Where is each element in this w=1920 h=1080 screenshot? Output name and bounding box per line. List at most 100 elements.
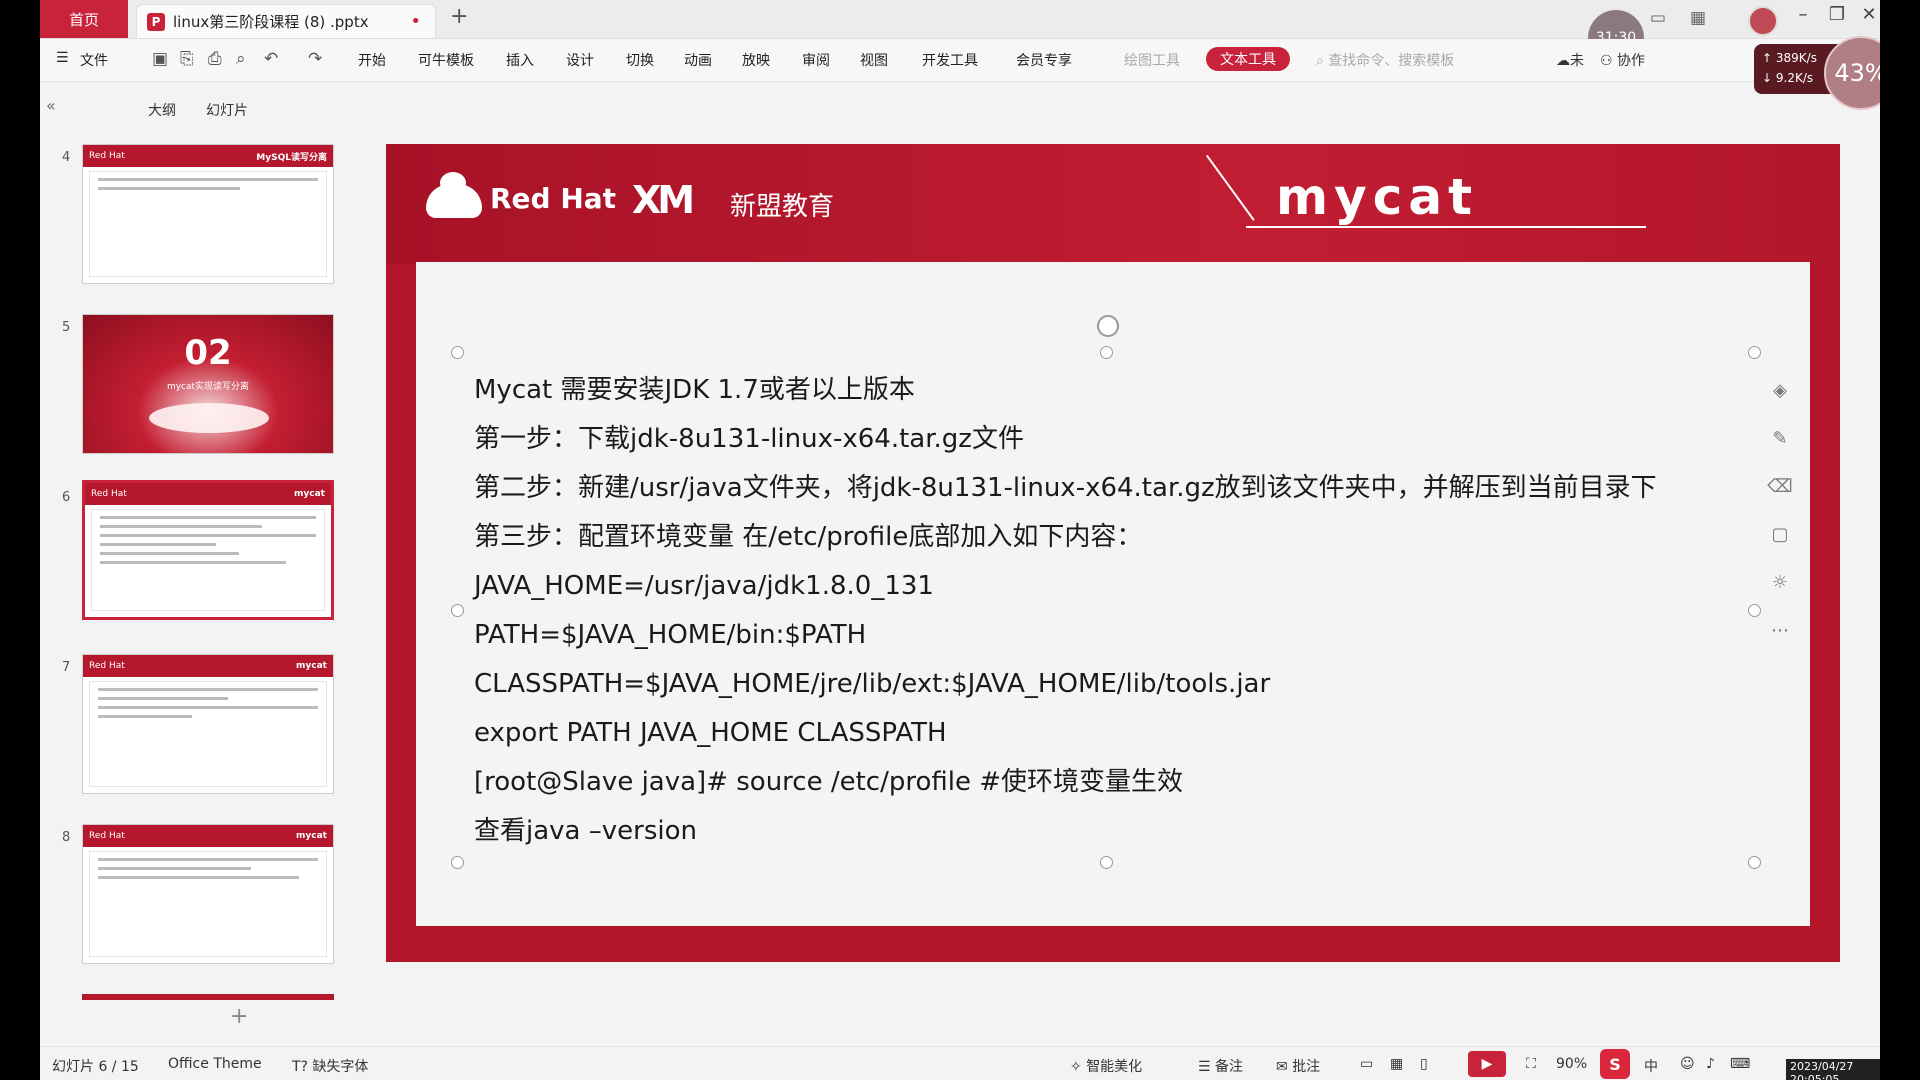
thumb-number: 7 bbox=[62, 660, 71, 675]
status-bar: 幻灯片 6 / 15 Office Theme T? 缺失字体 ✧ 智能美化 ☰… bbox=[40, 1046, 1880, 1080]
slide-thumbnail-6[interactable]: Red Hat mycat bbox=[82, 480, 334, 620]
collaborate-button[interactable]: ⚇ 协作 bbox=[1600, 50, 1645, 70]
menu-view[interactable]: 视图 bbox=[860, 50, 888, 70]
menu-animation[interactable]: 动画 bbox=[684, 50, 712, 70]
text-line: PATH=$JAVA_HOME/bin:$PATH bbox=[474, 620, 867, 650]
pptx-file-icon: P bbox=[147, 12, 165, 31]
menu-developer[interactable]: 开发工具 bbox=[922, 50, 978, 70]
menu-insert[interactable]: 插入 bbox=[506, 50, 534, 70]
text-line: [root@Slave java]# source /etc/profile #… bbox=[474, 767, 1184, 797]
document-tab[interactable]: P linux第三阶段课程 (8) .pptx • bbox=[136, 4, 436, 38]
menu-slideshow[interactable]: 放映 bbox=[742, 50, 770, 70]
document-title: linux第三阶段课程 (8) .pptx bbox=[173, 13, 369, 31]
slide-thumbnail-7[interactable]: Red Hat mycat bbox=[82, 654, 334, 794]
menu-member[interactable]: 会员专享 bbox=[1016, 50, 1072, 70]
keyboard-icon[interactable]: ⌨ bbox=[1730, 1056, 1750, 1072]
missing-font-button[interactable]: T? 缺失字体 bbox=[292, 1056, 368, 1076]
cloud-sync-status[interactable]: ☁未 bbox=[1556, 50, 1584, 70]
undo-icon[interactable]: ↶ bbox=[264, 49, 278, 69]
hamburger-menu-icon[interactable]: ☰ bbox=[56, 50, 69, 66]
tab-outline[interactable]: 大纲 bbox=[148, 100, 176, 120]
menu-file[interactable]: 文件 bbox=[80, 50, 108, 70]
text-line: 第二步：新建/usr/java文件夹，将jdk-8u131-linux-x64.… bbox=[474, 473, 1657, 503]
command-search[interactable]: ⌕ 查找命令、搜索模板 bbox=[1316, 50, 1454, 70]
menu-design[interactable]: 设计 bbox=[566, 50, 594, 70]
new-tab-button[interactable]: + bbox=[450, 4, 468, 29]
grid-apps-icon[interactable]: ▦ bbox=[1690, 8, 1706, 28]
slide-thumbnail-4[interactable]: Red Hat MySQL读写分离 bbox=[82, 144, 334, 284]
thumb-number: 8 bbox=[62, 830, 71, 845]
notes-icon: ☰ bbox=[1198, 1059, 1216, 1075]
rotate-handle[interactable] bbox=[1097, 315, 1119, 337]
sorter-view-icon[interactable]: ▦ bbox=[1390, 1056, 1403, 1072]
organization-name: 新盟教育 bbox=[730, 192, 835, 222]
text-box[interactable]: Mycat 需要安装JDK 1.7或者以上版本 第一步：下载jdk-8u131-… bbox=[474, 366, 1657, 856]
resize-handle-top[interactable] bbox=[1100, 346, 1113, 359]
resize-handle-top-left[interactable] bbox=[451, 346, 464, 359]
menu-transition[interactable]: 切换 bbox=[626, 50, 654, 70]
layout-icon[interactable]: ▭ bbox=[1650, 8, 1666, 28]
cloud-icon: ☁ bbox=[1556, 53, 1570, 69]
menu-template[interactable]: 可牛模板 bbox=[418, 50, 474, 70]
menu-text-tools[interactable]: 文本工具 bbox=[1206, 47, 1290, 71]
resize-handle-left[interactable] bbox=[451, 604, 464, 617]
reading-view-icon[interactable]: ▯ bbox=[1420, 1056, 1428, 1072]
minimize-icon[interactable]: – bbox=[1788, 4, 1818, 25]
smart-beautify-button[interactable]: ✧ 智能美化 bbox=[1070, 1056, 1142, 1076]
redhat-logo-icon bbox=[426, 172, 482, 218]
resize-handle-top-right[interactable] bbox=[1748, 346, 1761, 359]
redo-icon[interactable]: ↷ bbox=[308, 49, 322, 69]
magic-icon: ✧ bbox=[1070, 1059, 1087, 1075]
ime-language[interactable]: 中 bbox=[1644, 1056, 1658, 1076]
notes-button[interactable]: ☰ 备注 bbox=[1198, 1056, 1243, 1076]
menu-drawing-tools[interactable]: 绘图工具 bbox=[1124, 50, 1180, 70]
zoom-level[interactable]: 90% bbox=[1556, 1056, 1587, 1072]
lightbulb-icon[interactable]: ☼ bbox=[1760, 572, 1800, 620]
user-plus-icon: ⚇ bbox=[1600, 53, 1618, 69]
close-icon[interactable]: ✕ bbox=[1854, 4, 1880, 25]
more-icon[interactable]: ⋯ bbox=[1760, 620, 1800, 668]
menu-start[interactable]: 开始 bbox=[358, 50, 386, 70]
presentation-app: 首页 P linux第三阶段课程 (8) .pptx • + 31:30 ▭ ▦… bbox=[40, 0, 1880, 1080]
text-line: export PATH JAVA_HOME CLASSPATH bbox=[474, 718, 947, 748]
play-slideshow-button[interactable]: ▶ bbox=[1468, 1051, 1506, 1077]
pen-icon[interactable]: ✎ bbox=[1760, 428, 1800, 476]
ime-logo-icon[interactable]: S bbox=[1600, 1049, 1630, 1079]
left-panel-header: « 大纲 幻灯片 bbox=[40, 94, 340, 124]
print-preview-icon[interactable]: ⌕ bbox=[236, 49, 246, 69]
redhat-logo-text: Red Hat bbox=[490, 182, 617, 215]
export-icon[interactable]: ⎘ bbox=[180, 49, 194, 69]
eraser-icon[interactable]: ⌫ bbox=[1760, 476, 1800, 524]
home-tab[interactable]: 首页 bbox=[40, 0, 128, 38]
text-line: 第一步：下载jdk-8u131-linux-x64.tar.gz文件 bbox=[474, 424, 1024, 454]
print-icon[interactable]: ⎙ bbox=[208, 49, 222, 69]
resize-handle-bottom[interactable] bbox=[1100, 856, 1113, 869]
slide-thumbnail-8[interactable]: Red Hat mycat bbox=[82, 824, 334, 964]
comments-button[interactable]: ✉ 批注 bbox=[1276, 1056, 1320, 1076]
thumb-number: 4 bbox=[62, 150, 71, 165]
user-avatar[interactable] bbox=[1748, 6, 1778, 36]
upload-speed: ↑ 389K/s bbox=[1762, 51, 1817, 65]
collapse-panel-icon[interactable]: « bbox=[46, 96, 56, 115]
slide-canvas[interactable]: Red Hat XM 新盟教育 mycat Mycat 需要安装JDK 1.7或… bbox=[386, 144, 1840, 962]
content-area: Mycat 需要安装JDK 1.7或者以上版本 第一步：下载jdk-8u131-… bbox=[416, 262, 1810, 926]
menu-review[interactable]: 审阅 bbox=[802, 50, 830, 70]
frame-icon[interactable]: ▢ bbox=[1760, 524, 1800, 572]
play-icon: ▶ bbox=[1481, 1056, 1493, 1072]
emoji-icon[interactable]: ☺ bbox=[1680, 1056, 1695, 1072]
resize-handle-bottom-right[interactable] bbox=[1748, 856, 1761, 869]
slide-counter: 幻灯片 6 / 15 bbox=[52, 1059, 139, 1075]
save-icon[interactable]: ▣ bbox=[152, 49, 168, 69]
restore-icon[interactable]: ❐ bbox=[1822, 4, 1852, 25]
add-slide-icon[interactable]: + bbox=[230, 1004, 248, 1029]
normal-view-icon[interactable]: ▭ bbox=[1360, 1056, 1373, 1072]
slide-thumbnail-9-partial[interactable] bbox=[82, 994, 334, 1000]
fit-window-icon[interactable]: ⛶ bbox=[1526, 1056, 1536, 1072]
floating-tool-strip: ◈ ✎ ⌫ ▢ ☼ ⋯ bbox=[1760, 380, 1800, 668]
layers-icon[interactable]: ◈ bbox=[1760, 380, 1800, 428]
mic-icon[interactable]: ♪ bbox=[1706, 1056, 1715, 1072]
tab-slides[interactable]: 幻灯片 bbox=[206, 100, 248, 120]
comment-icon: ✉ bbox=[1276, 1059, 1293, 1075]
resize-handle-bottom-left[interactable] bbox=[451, 856, 464, 869]
slide-thumbnail-5[interactable]: 02 mycat实现读写分离 bbox=[82, 314, 334, 454]
